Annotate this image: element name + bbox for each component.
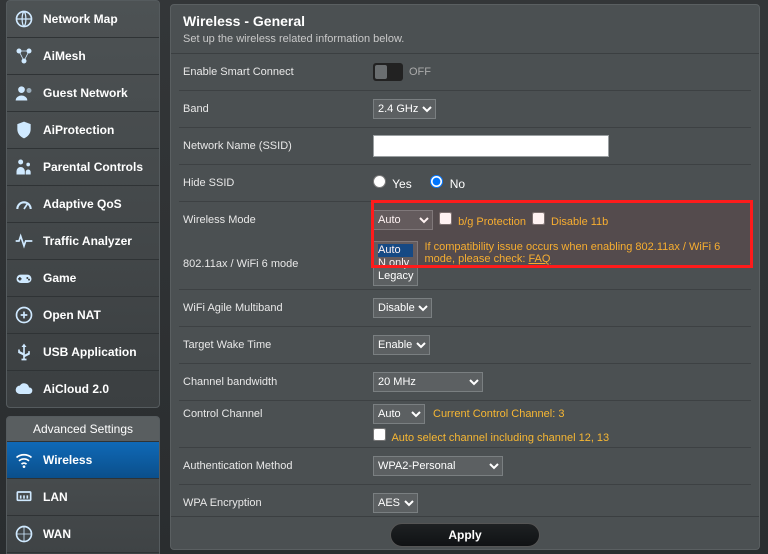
- sidebar-item-aicloud[interactable]: AiCloud 2.0: [7, 371, 159, 407]
- sidebar-item-wireless[interactable]: Wireless: [7, 442, 159, 479]
- gamepad-icon: [13, 267, 35, 289]
- ssid-input[interactable]: [373, 135, 609, 157]
- ctrl-chan-label: Control Channel: [183, 404, 373, 420]
- sidebar-item-lan[interactable]: LAN: [7, 479, 159, 516]
- sidebar-item-aiprotection[interactable]: AiProtection: [7, 112, 159, 149]
- sidebar-item-guest-network[interactable]: Guest Network: [7, 75, 159, 112]
- pulse-icon: [13, 230, 35, 252]
- band-select[interactable]: 2.4 GHz: [373, 99, 436, 119]
- annotation-arrow-icon: [171, 214, 179, 244]
- smart-connect-toggle[interactable]: OFF: [373, 63, 431, 81]
- wan-icon: [13, 523, 35, 545]
- sidebar-item-label: Wireless: [43, 453, 92, 467]
- shield-icon: [13, 119, 35, 141]
- sidebar-item-label: AiProtection: [43, 123, 114, 137]
- sidebar-item-label: Adaptive QoS: [43, 197, 122, 211]
- sidebar-item-network-map[interactable]: Network Map: [7, 1, 159, 38]
- apply-button[interactable]: Apply: [390, 523, 540, 547]
- hide-ssid-yes[interactable]: Yes: [373, 175, 412, 191]
- ax-mode-note: If compatibility issue occurs when enabl…: [424, 241, 724, 265]
- parent-icon: [13, 156, 35, 178]
- sidebar-item-label: Game: [43, 271, 76, 285]
- band-label: Band: [183, 103, 373, 115]
- sidebar-item-traffic[interactable]: Traffic Analyzer: [7, 223, 159, 260]
- ctrl-chan-current: Current Control Channel: 3: [433, 408, 564, 420]
- twt-label: Target Wake Time: [183, 339, 373, 351]
- twt-select[interactable]: Enable: [373, 335, 430, 355]
- sidebar-item-label: Guest Network: [43, 86, 128, 100]
- bg-protection-checkbox[interactable]: b/g Protection: [439, 212, 526, 228]
- page-title: Wireless - General: [171, 5, 759, 33]
- ctrl-chan-autosel[interactable]: Auto select channel including channel 12…: [373, 428, 609, 444]
- sidebar-item-parental[interactable]: Parental Controls: [7, 149, 159, 186]
- sidebar-item-wan[interactable]: WAN: [7, 516, 159, 553]
- sidebar-item-usb[interactable]: USB Application: [7, 334, 159, 371]
- gauge-icon: [13, 193, 35, 215]
- agile-select[interactable]: Disable: [373, 298, 432, 318]
- ctrl-chan-select[interactable]: Auto: [373, 404, 425, 424]
- usb-icon: [13, 341, 35, 363]
- auth-select[interactable]: WPA2-Personal: [373, 456, 503, 476]
- disable-11b-checkbox[interactable]: Disable 11b: [532, 212, 608, 228]
- sidebar-item-label: Open NAT: [43, 308, 101, 322]
- sidebar-item-label: Parental Controls: [43, 160, 143, 174]
- chanbw-select[interactable]: 20 MHz: [373, 372, 483, 392]
- sidebar-item-label: AiMesh: [43, 49, 86, 63]
- sidebar-item-label: USB Application: [43, 345, 137, 359]
- nat-icon: [13, 304, 35, 326]
- wpa-enc-select[interactable]: AES: [373, 493, 418, 513]
- sidebar-item-aimesh[interactable]: AiMesh: [7, 38, 159, 75]
- auth-label: Authentication Method: [183, 460, 373, 472]
- sidebar-item-label: AiCloud 2.0: [43, 382, 109, 396]
- wireless-mode-options-list[interactable]: Auto N only Legacy: [373, 241, 418, 286]
- advanced-settings-header: Advanced Settings: [7, 417, 159, 442]
- faq-link[interactable]: FAQ: [528, 253, 550, 265]
- smart-connect-label: Enable Smart Connect: [183, 66, 373, 78]
- hide-ssid-label: Hide SSID: [183, 177, 373, 189]
- sidebar-item-aqos[interactable]: Adaptive QoS: [7, 186, 159, 223]
- sidebar-item-opennat[interactable]: Open NAT: [7, 297, 159, 334]
- sidebar-item-label: WAN: [43, 527, 71, 541]
- globe-icon: [13, 8, 35, 30]
- sidebar-item-label: Traffic Analyzer: [43, 234, 132, 248]
- chanbw-label: Channel bandwidth: [183, 376, 373, 388]
- lan-icon: [13, 486, 35, 508]
- wireless-mode-label: Wireless Mode: [183, 214, 373, 226]
- wifi-icon: [13, 449, 35, 471]
- hide-ssid-no[interactable]: No: [430, 175, 465, 191]
- wpa-enc-label: WPA Encryption: [183, 497, 373, 509]
- cloud-icon: [13, 378, 35, 400]
- sidebar-item-label: Network Map: [43, 12, 118, 26]
- mesh-icon: [13, 45, 35, 67]
- guest-icon: [13, 82, 35, 104]
- ssid-label: Network Name (SSID): [183, 140, 373, 152]
- smart-connect-state: OFF: [409, 66, 431, 78]
- sidebar-item-game[interactable]: Game: [7, 260, 159, 297]
- agile-label: WiFi Agile Multiband: [183, 302, 373, 314]
- page-subtitle: Set up the wireless related information …: [171, 33, 759, 54]
- ax-mode-label: 802.11ax / WiFi 6 mode: [183, 258, 373, 270]
- sidebar-item-label: LAN: [43, 490, 68, 504]
- wireless-mode-select[interactable]: Auto: [373, 210, 433, 230]
